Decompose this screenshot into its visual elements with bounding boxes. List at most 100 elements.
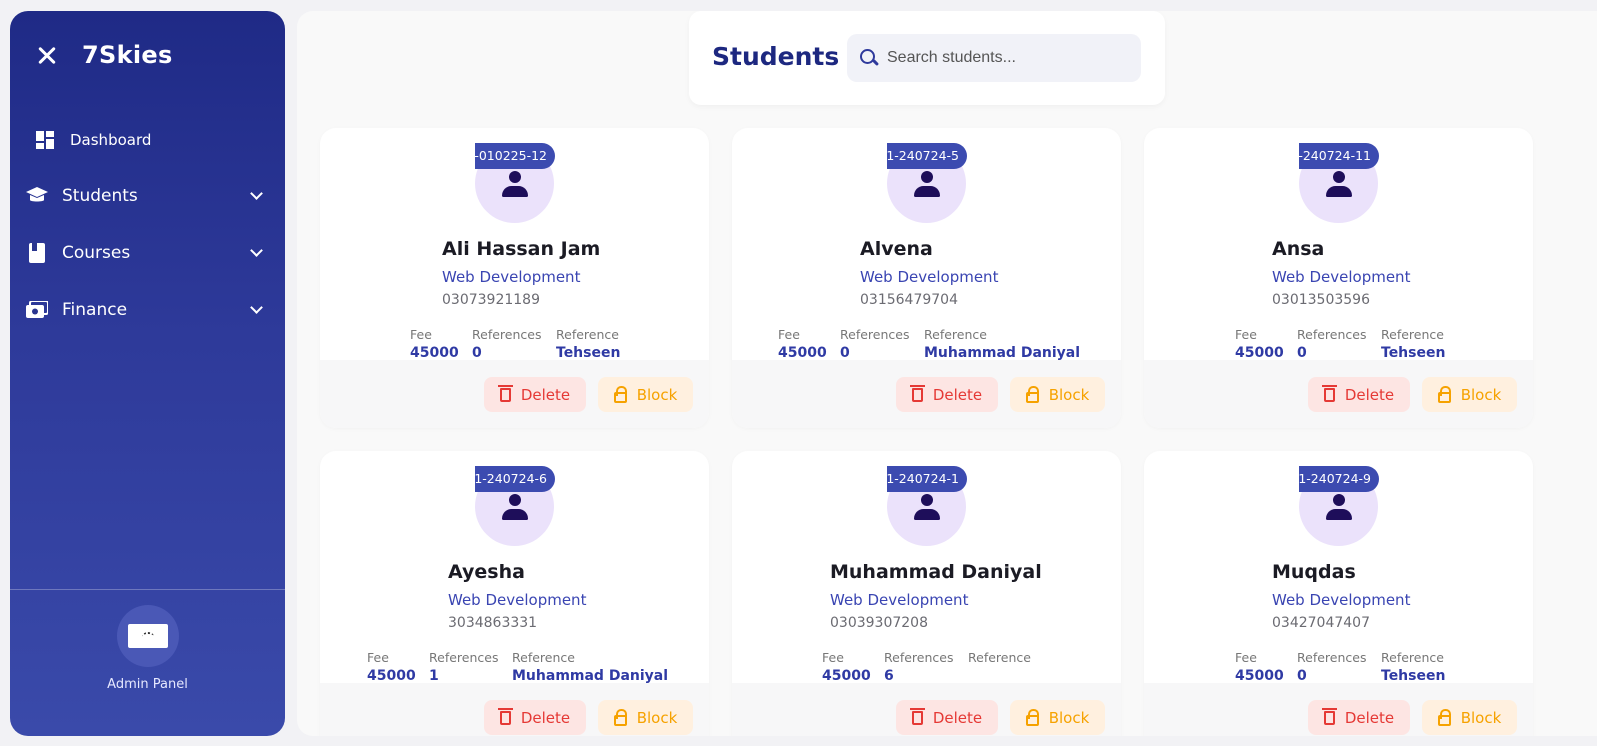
admin-avatar[interactable] [117, 605, 179, 667]
student-card[interactable]: 1-240724-9 Muqdas Web Development 034270474… [1144, 451, 1533, 736]
trash-icon [497, 707, 513, 725]
student-card[interactable]: 1-240724-1 Muhammad Daniyal Web Developmen… [732, 451, 1121, 736]
block-button[interactable]: Block [598, 700, 693, 735]
fee-label: Fee [367, 650, 389, 665]
fee-label: Fee [1235, 327, 1257, 342]
delete-button[interactable]: Delete [1308, 377, 1410, 412]
delete-button[interactable]: Delete [896, 700, 998, 735]
delete-button[interactable]: Delete [1308, 700, 1410, 735]
fee-stat: Fee 45000 [778, 327, 827, 361]
block-label: Block [1048, 385, 1090, 404]
reference-label: Reference [968, 650, 1031, 665]
fee-value: 45000 [1235, 345, 1284, 361]
delete-label: Delete [1344, 385, 1395, 404]
fee-stat: Fee 45000 [822, 650, 871, 684]
close-icon[interactable] [36, 44, 58, 66]
person-icon [501, 493, 529, 521]
search-input[interactable] [887, 49, 1127, 67]
sidebar: 7Skies Dashboard Students Courses Financ… [10, 11, 285, 736]
sidebar-item-students[interactable]: Students [26, 177, 271, 215]
references-stat: References 0 [472, 327, 541, 361]
block-button[interactable]: Block [1422, 700, 1517, 735]
block-button[interactable]: Block [1422, 377, 1517, 412]
student-name: Muqdas [1272, 561, 1356, 583]
admin-logo-icon [128, 624, 168, 648]
delete-button[interactable]: Delete [896, 377, 998, 412]
lock-icon [613, 708, 627, 726]
fee-stat: Fee 45000 [410, 327, 459, 361]
references-label: References [840, 327, 910, 342]
student-id-badge: 1-240724-11 [1299, 143, 1379, 169]
student-id-badge: 1-240724-1 [887, 466, 967, 492]
card-actions: Delete Block [320, 683, 709, 736]
student-phone: 03156479704 [860, 292, 958, 308]
student-card[interactable]: 1-240724-5 Alvena Web Development 031564797… [732, 128, 1121, 428]
student-course: Web Development [448, 591, 587, 609]
reference-value: Tehseen [556, 345, 621, 361]
student-course: Web Development [442, 268, 581, 286]
reference-stat: Reference Tehseen [556, 327, 620, 361]
block-button[interactable]: Block [1010, 700, 1105, 735]
lock-icon [1437, 385, 1451, 403]
sidebar-item-label: Finance [62, 300, 128, 320]
fee-value: 45000 [778, 345, 827, 361]
fee-value: 45000 [367, 668, 416, 684]
reference-label: Reference [1381, 327, 1444, 342]
student-card[interactable]: 1-240724-6 Ayesha Web Development 303486333… [320, 451, 709, 736]
person-icon [913, 493, 941, 521]
block-label: Block [1460, 708, 1502, 727]
lock-icon [1025, 385, 1039, 403]
card-actions: Delete Block [320, 360, 709, 428]
fee-value: 45000 [410, 345, 459, 361]
person-icon [1325, 493, 1353, 521]
fee-label: Fee [1235, 650, 1257, 665]
student-id-badge: 1-010225-12 [475, 143, 555, 169]
card-actions: Delete Block [732, 360, 1121, 428]
card-actions: Delete Block [732, 683, 1121, 736]
reference-label: Reference [924, 327, 987, 342]
block-button[interactable]: Block [1010, 377, 1105, 412]
chevron-down-icon[interactable] [250, 301, 263, 314]
references-label: References [472, 327, 542, 342]
sidebar-item-dashboard[interactable]: Dashboard [34, 121, 279, 159]
main-content: Students 1-010225-12 Ali Hassan Jam Web De… [297, 11, 1597, 736]
delete-label: Delete [1344, 708, 1395, 727]
chevron-down-icon[interactable] [250, 187, 263, 200]
student-course: Web Development [860, 268, 999, 286]
card-actions: Delete Block [1144, 360, 1533, 428]
references-stat: References 1 [429, 650, 498, 684]
trash-icon [1321, 707, 1337, 725]
references-label: References [1297, 327, 1367, 342]
search-box[interactable] [847, 34, 1141, 82]
fee-label: Fee [778, 327, 800, 342]
money-icon [26, 299, 48, 321]
student-name: Muhammad Daniyal [830, 561, 1042, 583]
student-course: Web Development [1272, 268, 1411, 286]
delete-button[interactable]: Delete [484, 377, 586, 412]
reference-value: Tehseen [1381, 668, 1446, 684]
sidebar-item-courses[interactable]: Courses [26, 234, 271, 272]
brand-name: 7Skies [82, 41, 173, 69]
references-value: 6 [884, 668, 894, 684]
sidebar-divider [10, 589, 285, 590]
chevron-down-icon[interactable] [250, 244, 263, 257]
student-card[interactable]: 1-010225-12 Ali Hassan Jam Web Development… [320, 128, 709, 428]
search-icon [859, 48, 879, 68]
fee-stat: Fee 45000 [1235, 327, 1284, 361]
dashboard-icon [34, 129, 56, 151]
fee-stat: Fee 45000 [367, 650, 416, 684]
reference-value: Tehseen [1381, 345, 1446, 361]
references-value: 0 [840, 345, 850, 361]
person-icon [913, 170, 941, 198]
student-card[interactable]: 1-240724-11 Ansa Web Development 0301350359… [1144, 128, 1533, 428]
student-course: Web Development [1272, 591, 1411, 609]
references-stat: References 0 [1297, 650, 1366, 684]
sidebar-item-finance[interactable]: Finance [26, 291, 271, 329]
student-id-badge: 1-240724-9 [1299, 466, 1379, 492]
block-button[interactable]: Block [598, 377, 693, 412]
lock-icon [613, 385, 627, 403]
delete-button[interactable]: Delete [484, 700, 586, 735]
reference-value: Muhammad Daniyal [512, 668, 669, 684]
reference-value: Muhammad Daniyal [924, 345, 1081, 361]
reference-stat: Reference Tehseen [1381, 327, 1445, 361]
